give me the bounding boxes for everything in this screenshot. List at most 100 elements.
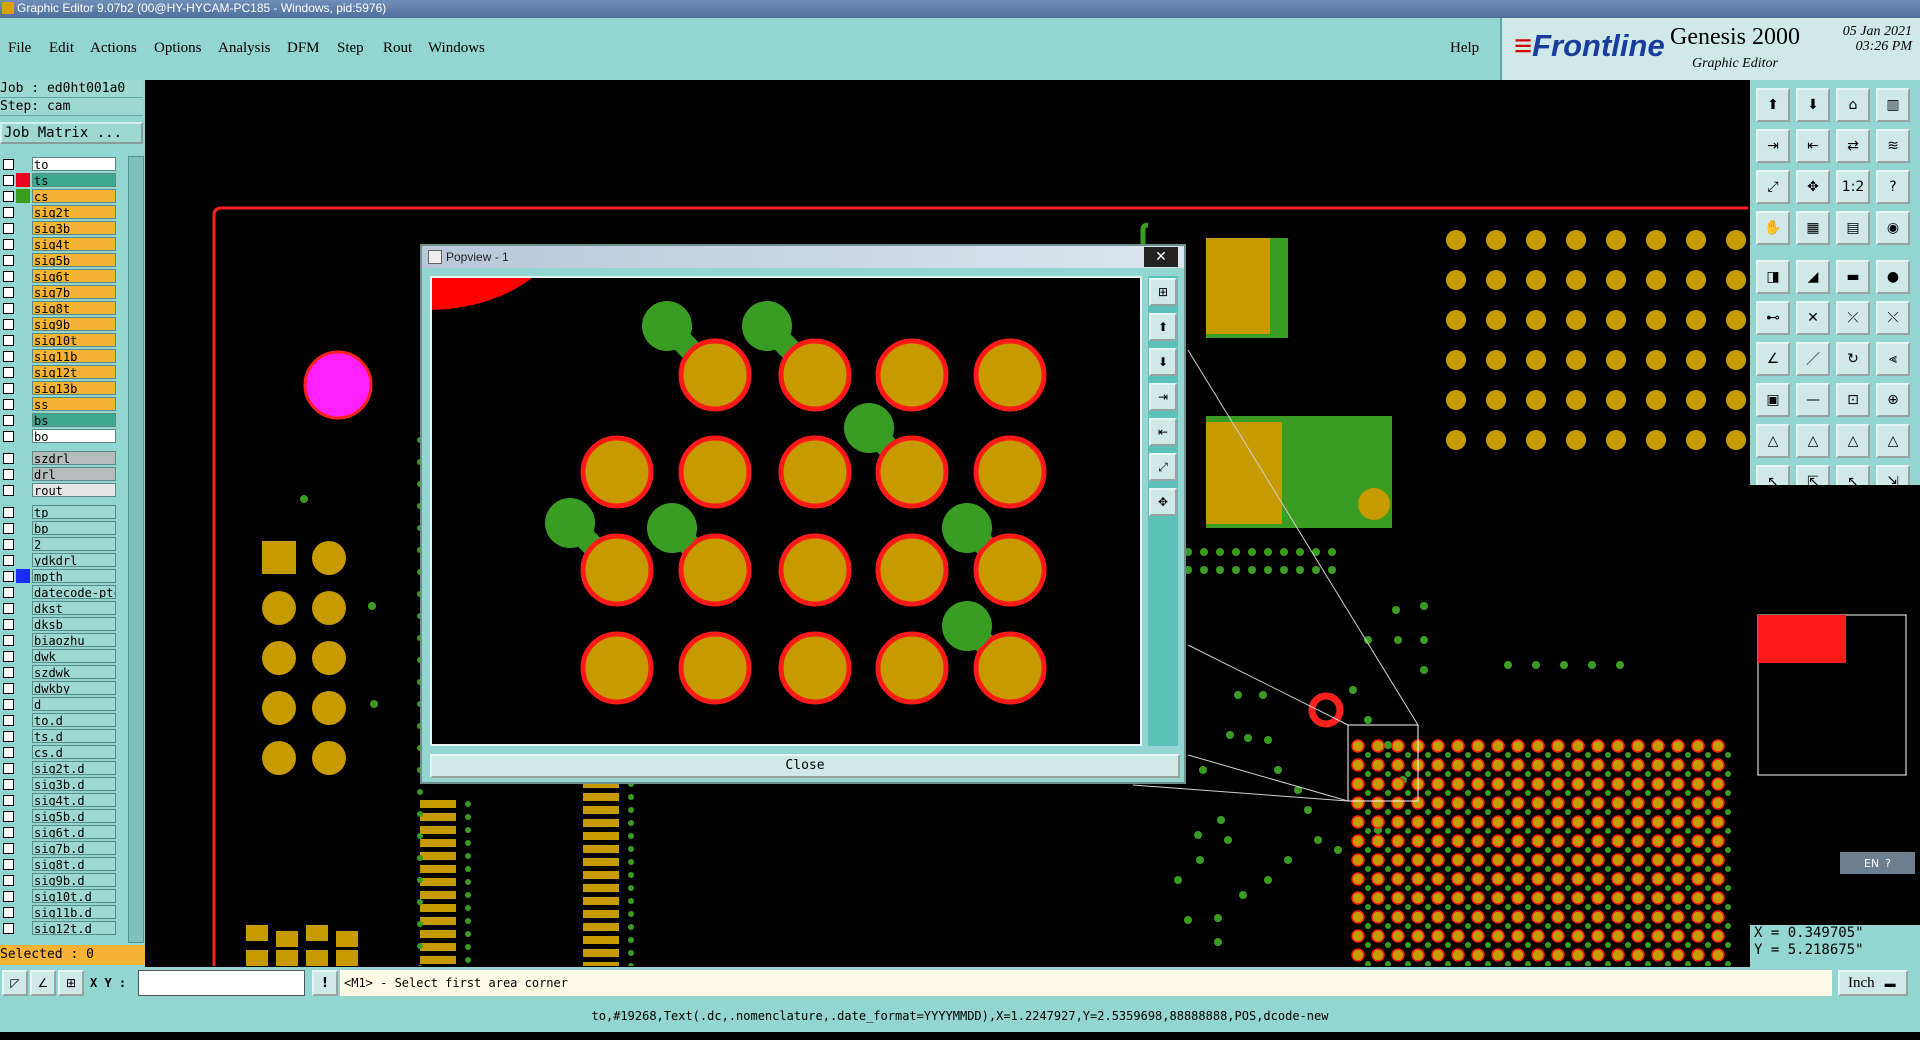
minus-icon[interactable]: — [1796, 383, 1830, 417]
layer-name[interactable]: sig2t.d [32, 761, 116, 775]
layer-checkbox[interactable] [3, 923, 14, 934]
layer-checkbox[interactable] [3, 843, 14, 854]
layer-checkbox[interactable] [3, 175, 14, 186]
layer-name[interactable]: sig2t [32, 205, 116, 219]
layer-row[interactable]: rout [0, 482, 118, 498]
layer-color-swatch[interactable] [16, 681, 30, 695]
layer-name[interactable]: drl [32, 467, 116, 481]
layer-name[interactable]: dwkby [32, 681, 116, 695]
layer-name[interactable]: sig5b.d [32, 809, 116, 823]
layer-row[interactable]: sig9b.d [0, 872, 118, 888]
help-icon[interactable]: ? [1876, 170, 1910, 204]
layer-checkbox[interactable] [3, 587, 14, 598]
fit-icon[interactable]: ⤢ [1756, 170, 1790, 204]
layer-name[interactable]: tp [32, 505, 116, 519]
layer-checkbox[interactable] [3, 747, 14, 758]
layer-checkbox[interactable] [3, 619, 14, 630]
layer-color-swatch[interactable] [16, 505, 30, 519]
layer-color-swatch[interactable] [16, 301, 30, 315]
layer-checkbox[interactable] [3, 667, 14, 678]
layer-checkbox[interactable] [3, 763, 14, 774]
layer-color-swatch[interactable] [16, 617, 30, 631]
menu-windows[interactable]: Windows [428, 40, 485, 57]
layer-name[interactable]: szdrl [32, 451, 116, 465]
layer-row[interactable]: to [0, 156, 118, 172]
home-icon[interactable]: ⌂ [1836, 88, 1870, 122]
layer-row[interactable]: sig8t.d [0, 856, 118, 872]
layer-row[interactable]: sig2t [0, 204, 118, 220]
layer-color-swatch[interactable] [16, 253, 30, 267]
layer-row[interactable]: dwkby [0, 680, 118, 696]
delta-icon[interactable]: △ [1756, 424, 1790, 458]
target-icon[interactable]: ⊕ [1876, 383, 1910, 417]
layer-checkbox[interactable] [3, 811, 14, 822]
layer-color-swatch[interactable] [16, 809, 30, 823]
layer-row[interactable]: ts.d [0, 728, 118, 744]
layer-checkbox[interactable] [3, 399, 14, 410]
close-icon[interactable]: ✕ [1144, 247, 1178, 267]
layer-checkbox[interactable] [3, 431, 14, 442]
layer-row[interactable]: sig13b [0, 380, 118, 396]
layer-checkbox[interactable] [3, 859, 14, 870]
language-indicator[interactable]: EN ? [1840, 852, 1915, 874]
layer-color-swatch[interactable] [16, 825, 30, 839]
layer-row[interactable]: dksb [0, 616, 118, 632]
measure-icon[interactable]: ▤ [1836, 211, 1870, 245]
layer-color-swatch[interactable] [16, 451, 30, 465]
menu-step[interactable]: Step [337, 40, 364, 57]
swap-icon[interactable]: ⇄ [1836, 129, 1870, 163]
layer-name[interactable]: ydkdrl [32, 553, 116, 567]
layer-color-swatch[interactable] [16, 745, 30, 759]
layer-row[interactable]: drl [0, 466, 118, 482]
layer-row[interactable]: sig5b.d [0, 808, 118, 824]
menu-dfm[interactable]: DFM [287, 40, 320, 57]
split-icon[interactable]: ⊡ [1836, 383, 1870, 417]
layer-color-swatch[interactable] [16, 285, 30, 299]
layer-name[interactable]: to.d [32, 713, 116, 727]
layer-row[interactable]: to.d [0, 712, 118, 728]
layer-color-swatch[interactable] [16, 921, 30, 935]
point-icon[interactable]: ● [1876, 260, 1910, 294]
layer-name[interactable]: sig4t [32, 237, 116, 251]
layer-checkbox[interactable] [3, 303, 14, 314]
layer-color-swatch[interactable] [16, 569, 30, 583]
layer-name[interactable]: ss [32, 397, 116, 411]
job-matrix-button[interactable]: Job Matrix ... [0, 122, 143, 144]
menu-rout[interactable]: Rout [383, 40, 412, 57]
zoom-in-icon[interactable]: ⊞ [1149, 278, 1177, 306]
angle-icon[interactable]: ∠ [1756, 342, 1790, 376]
layer-color-swatch[interactable] [16, 189, 30, 203]
layer-checkbox[interactable] [3, 555, 14, 566]
arc-icon[interactable]: ↻ [1836, 342, 1870, 376]
net-icon[interactable]: ⊷ [1756, 301, 1790, 335]
layer-name[interactable]: mpth [32, 569, 116, 583]
layer-name[interactable]: bp [32, 521, 116, 535]
layer-checkbox[interactable] [3, 485, 14, 496]
layer-checkbox[interactable] [3, 603, 14, 614]
layer-row[interactable]: sig6t [0, 268, 118, 284]
layer-name[interactable]: sig6t [32, 269, 116, 283]
layer-color-swatch[interactable] [16, 553, 30, 567]
layer-row[interactable]: ydkdrl [0, 552, 118, 568]
layer-name[interactable]: bo [32, 429, 116, 443]
layer-name[interactable]: dwk [32, 649, 116, 663]
layer-color-swatch[interactable] [16, 777, 30, 791]
menu-help[interactable]: Help [1450, 40, 1479, 57]
layer-color-swatch[interactable] [16, 349, 30, 363]
layer-up-icon[interactable]: ⬆ [1149, 313, 1177, 341]
layer-name[interactable]: sig9b [32, 317, 116, 331]
pad-add-icon[interactable]: ◨ [1756, 260, 1790, 294]
layer-name[interactable]: sig11b.d [32, 905, 116, 919]
layer-color-swatch[interactable] [16, 729, 30, 743]
layer-name[interactable]: biaozhu [32, 633, 116, 647]
layer-checkbox[interactable] [3, 383, 14, 394]
layer-color-swatch[interactable] [16, 429, 30, 443]
layer-row[interactable]: cs [0, 188, 118, 204]
layer-row[interactable]: sig2t.d [0, 760, 118, 776]
layer-row[interactable]: cs.d [0, 744, 118, 760]
layer-checkbox[interactable] [3, 239, 14, 250]
compare-icon[interactable]: ◉ [1876, 211, 1910, 245]
menu-actions[interactable]: Actions [90, 40, 137, 57]
layer-checkbox[interactable] [3, 539, 14, 550]
layer-row[interactable]: sig7b [0, 284, 118, 300]
